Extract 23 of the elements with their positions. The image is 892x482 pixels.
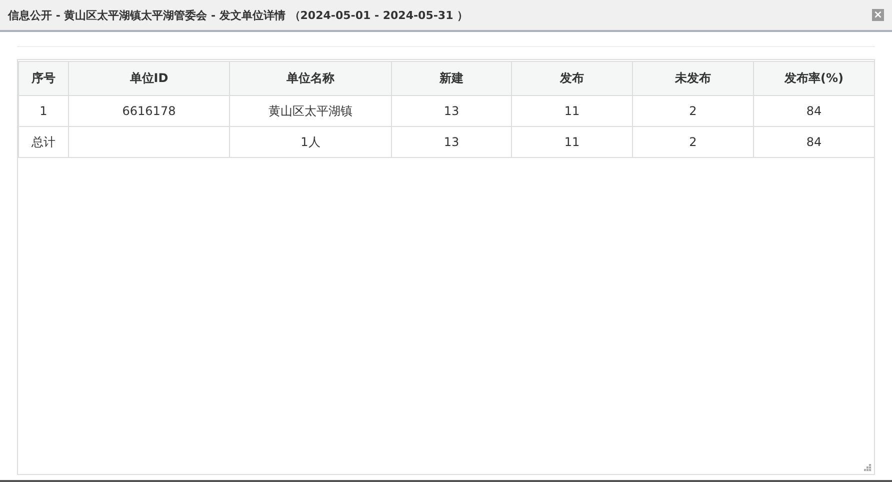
table-cell: 84: [754, 96, 874, 126]
column-header: 序号: [18, 62, 68, 96]
table-cell: 2: [632, 96, 754, 126]
resize-grip-icon[interactable]: [864, 464, 871, 471]
table-cell: 2: [632, 126, 754, 158]
table-cell: 黄山区太平湖镇: [230, 96, 392, 126]
table-cell: 84: [754, 126, 874, 158]
column-header: 单位ID: [68, 62, 230, 96]
column-header: 发布: [512, 62, 632, 96]
table-cell: 13: [392, 126, 512, 158]
window-title: 信息公开 - 黄山区太平湖镇太平湖管委会 - 发文单位详情 （2024-05-01 - 2024-05-31 ）: [8, 8, 468, 22]
table-cell: 11: [512, 126, 632, 158]
table-cell: 6616178: [68, 96, 230, 126]
table-cell: 13: [392, 96, 512, 126]
table-cell: 11: [512, 96, 632, 126]
column-header: 未发布: [632, 62, 754, 96]
table-cell: 1人: [230, 126, 392, 158]
column-header: 发布率(%): [754, 62, 874, 96]
column-header: 单位名称: [230, 62, 392, 96]
close-button[interactable]: ×: [872, 9, 884, 21]
table-cell: 总计: [18, 126, 68, 158]
column-header: 新建: [392, 62, 512, 96]
table-cell: 1: [18, 96, 68, 126]
